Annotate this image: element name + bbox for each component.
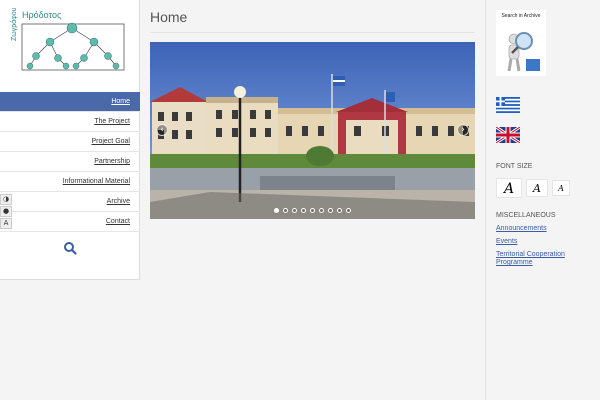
- slide-image: [150, 42, 475, 219]
- nav-item-archive[interactable]: Archive: [0, 192, 140, 212]
- nav-item-the-project[interactable]: The Project: [0, 112, 140, 132]
- font-size-small-button[interactable]: A: [552, 180, 570, 196]
- contrast-icon[interactable]: ◑: [0, 194, 12, 205]
- slider-dot[interactable]: [292, 208, 297, 213]
- nav-item-partnership[interactable]: Partnership: [0, 152, 140, 172]
- left-sidebar: Ζωγράφου Ηρόδοτος Home The Project Proje…: [0, 0, 140, 280]
- font-size-medium-button[interactable]: A: [526, 179, 548, 197]
- nav-link[interactable]: Archive: [107, 198, 130, 205]
- slider-prev-button[interactable]: ‹: [156, 124, 168, 136]
- miscellaneous-heading: MISCELLANEOUS: [496, 212, 556, 219]
- slider-dot[interactable]: [274, 208, 279, 213]
- nav-link[interactable]: Informational Material: [63, 178, 130, 185]
- main-content: Home ‹ ›: [150, 0, 475, 400]
- slider-next-button[interactable]: ›: [457, 124, 469, 136]
- territorial-cooperation-link[interactable]: Territorial Cooperation Programme: [496, 251, 596, 267]
- announcements-link[interactable]: Announcements: [496, 225, 596, 233]
- search-icon[interactable]: [62, 240, 78, 256]
- english-flag-icon[interactable]: [495, 125, 521, 145]
- svg-text:Ζωγράφου: Ζωγράφου: [10, 8, 18, 41]
- slider-pagination: [150, 208, 475, 213]
- greek-flag-icon[interactable]: [496, 97, 520, 113]
- slider-dot[interactable]: [301, 208, 306, 213]
- nav-item-contact[interactable]: Contact: [0, 212, 140, 232]
- nav-link[interactable]: Project Goal: [91, 138, 130, 145]
- font-size-large-button[interactable]: A: [496, 178, 522, 198]
- nav-link[interactable]: Partnership: [94, 158, 130, 165]
- events-link[interactable]: Events: [496, 238, 596, 246]
- font-icon[interactable]: A: [0, 218, 12, 229]
- nav-item-informational-material[interactable]: Informational Material: [0, 172, 140, 192]
- right-sidebar: Search in Archive FONT SIZE A A A MISCEL…: [485, 0, 600, 400]
- nav-link[interactable]: Home: [111, 98, 130, 105]
- nav-link[interactable]: The Project: [94, 118, 130, 125]
- svg-text:Ηρόδοτος: Ηρόδοτος: [22, 10, 62, 20]
- site-logo[interactable]: Ζωγράφου Ηρόδοτος: [10, 7, 130, 74]
- slider-dot[interactable]: [328, 208, 333, 213]
- slider-dot[interactable]: [319, 208, 324, 213]
- magnifier-person-icon: [507, 32, 540, 72]
- image-slider[interactable]: ‹ ›: [150, 42, 475, 219]
- accessibility-toolbar: ◑ ● A: [0, 194, 12, 230]
- slider-dot[interactable]: [346, 208, 351, 213]
- font-size-heading: FONT SIZE: [496, 163, 533, 170]
- slider-dot[interactable]: [337, 208, 342, 213]
- slider-dot[interactable]: [310, 208, 315, 213]
- nav-link[interactable]: Contact: [106, 218, 130, 225]
- slider-dot[interactable]: [283, 208, 288, 213]
- miscellaneous-links: Announcements Events Territorial Coopera…: [496, 225, 596, 272]
- main-nav: Home The Project Project Goal Partnershi…: [0, 92, 140, 232]
- nav-item-project-goal[interactable]: Project Goal: [0, 132, 140, 152]
- title-divider: [150, 32, 475, 33]
- nav-item-home[interactable]: Home: [0, 92, 140, 112]
- drop-icon[interactable]: ●: [0, 206, 12, 217]
- page-title: Home: [150, 9, 188, 25]
- archive-search-label: Search in Archive: [501, 13, 541, 19]
- archive-search-banner[interactable]: Search in Archive: [496, 10, 546, 76]
